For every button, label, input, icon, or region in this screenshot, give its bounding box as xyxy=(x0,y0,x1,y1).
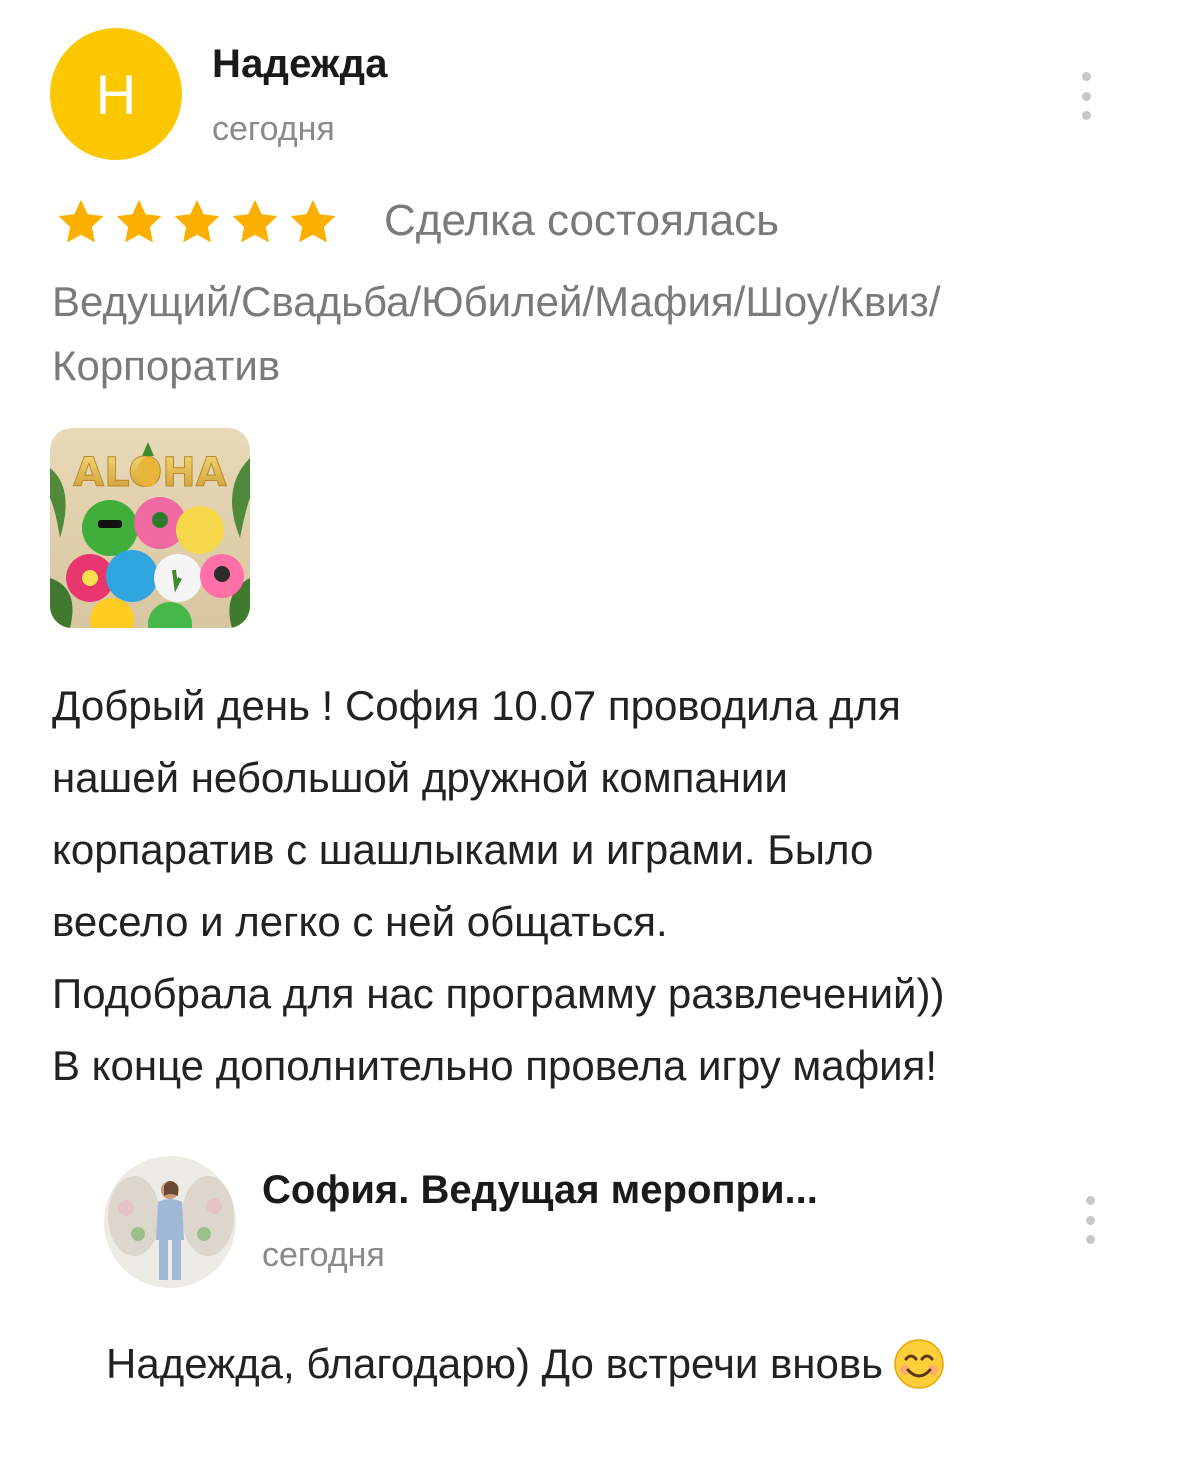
reply-author-name[interactable]: София. Ведущая меропри... xyxy=(262,1168,818,1213)
menu-dot xyxy=(1085,1235,1095,1244)
star-icon xyxy=(58,199,104,243)
rating-stars xyxy=(54,196,340,248)
reply-date: сегодня xyxy=(262,1236,385,1274)
reply-text: Надежда, благодарю) До встречи вновь xyxy=(106,1340,884,1387)
star-icon xyxy=(232,199,278,243)
aloha-balloons-image: ALOHA xyxy=(50,428,250,628)
reply-menu-icon[interactable] xyxy=(1078,1196,1102,1244)
reviewer-avatar[interactable]: Н xyxy=(50,28,182,160)
review-date: сегодня xyxy=(212,110,335,148)
review-text: Добрый день ! София 10.07 проводила для … xyxy=(52,682,945,1089)
review-card: Н Надежда сегодня Сделка состоялась Веду… xyxy=(0,0,1200,1465)
menu-dot xyxy=(1081,72,1091,81)
reply-author-photo xyxy=(104,1156,236,1288)
reply-author-avatar[interactable] xyxy=(104,1156,236,1288)
reviewer-name[interactable]: Надежда xyxy=(212,42,388,87)
menu-dot xyxy=(1085,1215,1095,1225)
deal-status: Сделка состоялась xyxy=(384,196,780,245)
menu-dot xyxy=(1081,111,1091,120)
review-photo[interactable]: ALOHA xyxy=(50,428,250,628)
smiling-face-icon xyxy=(894,1339,944,1389)
star-icon xyxy=(116,199,162,243)
reply-text-row: Надежда, благодарю) До встречи вновь xyxy=(106,1338,945,1390)
star-icon xyxy=(174,199,220,243)
star-icon xyxy=(290,199,336,243)
menu-dot xyxy=(1081,91,1091,101)
review-menu-icon[interactable] xyxy=(1074,72,1098,120)
menu-dot xyxy=(1085,1196,1095,1205)
service-category: Ведущий/Свадьба/Юбилей/Мафия/Шоу/Квиз/ К… xyxy=(52,278,941,389)
